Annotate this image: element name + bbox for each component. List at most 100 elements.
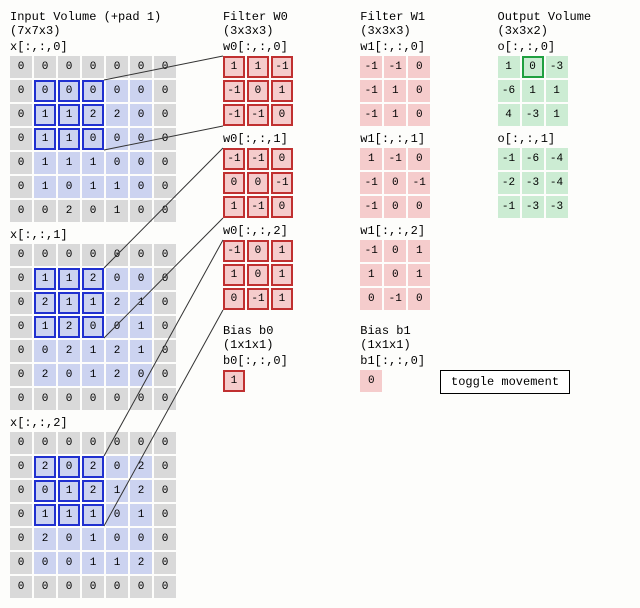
grid-cell: 0	[247, 264, 269, 286]
input-cell: 2	[82, 104, 104, 126]
input-cell: 1	[58, 480, 80, 502]
input-cell: 2	[34, 528, 56, 550]
grid-cell: 1	[360, 264, 382, 286]
grid-cell: 1	[271, 240, 293, 262]
input-cell: 0	[10, 56, 32, 78]
input-cell: 0	[10, 456, 32, 478]
input-cell: 0	[58, 576, 80, 598]
input-cell: 0	[10, 80, 32, 102]
label-x0: x[:,:,0]	[10, 40, 193, 54]
input-cell: 0	[106, 128, 128, 150]
grid-cell: 1	[223, 56, 245, 78]
input-cell: 0	[154, 56, 176, 78]
input-cell: 2	[106, 104, 128, 126]
input-cell: 0	[82, 432, 104, 454]
input-cell: 2	[58, 200, 80, 222]
filter-grid-w12: -1011010-10	[360, 240, 467, 310]
input-cell: 1	[106, 200, 128, 222]
input-cell: 0	[58, 432, 80, 454]
input-cell: 0	[58, 552, 80, 574]
label-w11: w1[:,:,1]	[360, 132, 467, 146]
input-cell: 0	[34, 244, 56, 266]
label-b00: b0[:,:,0]	[223, 354, 330, 368]
input-cell: 0	[130, 176, 152, 198]
input-cell: 0	[106, 316, 128, 338]
input-cell: 0	[82, 316, 104, 338]
grid-cell: -1	[271, 172, 293, 194]
input-cell: 0	[106, 504, 128, 526]
grid-cell: 0	[360, 370, 382, 392]
input-cell: 1	[58, 504, 80, 526]
input-cell: 0	[154, 480, 176, 502]
grid-cell: 1	[408, 240, 430, 262]
grid-cell: 1	[247, 56, 269, 78]
input-cell: 0	[154, 576, 176, 598]
input-cell: 0	[154, 292, 176, 314]
grid-cell: 0	[360, 288, 382, 310]
label-w02: w0[:,:,2]	[223, 224, 330, 238]
input-cell: 0	[82, 56, 104, 78]
input-cell: 0	[106, 268, 128, 290]
input-cell: 0	[58, 528, 80, 550]
input-cell: 0	[82, 80, 104, 102]
grid-cell: -1	[360, 104, 382, 126]
input-cell: 0	[106, 244, 128, 266]
label-x2: x[:,:,2]	[10, 416, 193, 430]
grid-cell: 0	[384, 240, 406, 262]
grid-cell: 1	[223, 370, 245, 392]
grid-cell: -1	[247, 288, 269, 310]
grid-cell: -1	[223, 104, 245, 126]
input-cell: 0	[154, 176, 176, 198]
input-cell: 0	[154, 456, 176, 478]
input-cell: 0	[130, 200, 152, 222]
input-cell: 2	[58, 340, 80, 362]
input-cell: 0	[130, 80, 152, 102]
output-cell: -3	[522, 104, 544, 126]
label-w01: w0[:,:,1]	[223, 132, 330, 146]
label-x1: x[:,:,1]	[10, 228, 193, 242]
input-cell: 0	[154, 528, 176, 550]
input-cell: 2	[58, 316, 80, 338]
input-cell: 0	[106, 152, 128, 174]
input-cell: 0	[10, 528, 32, 550]
input-cell: 0	[58, 364, 80, 386]
input-cell: 2	[82, 456, 104, 478]
grid-cell: -2	[498, 172, 520, 194]
grid-cell: -1	[360, 172, 382, 194]
input-cell: 0	[82, 128, 104, 150]
input-cell: 0	[154, 200, 176, 222]
input-cell: 0	[130, 244, 152, 266]
input-grid-x0: 0000000000000001122000110000011100001011…	[10, 56, 193, 222]
input-cell: 1	[130, 504, 152, 526]
input-cell: 0	[154, 104, 176, 126]
input-cell: 0	[10, 104, 32, 126]
output-cell: -3	[546, 56, 568, 78]
input-cell: 0	[154, 340, 176, 362]
grid-cell: -1	[247, 104, 269, 126]
input-cell: 2	[130, 456, 152, 478]
grid-cell: 0	[384, 172, 406, 194]
grid-cell: -1	[360, 240, 382, 262]
input-cell: 0	[10, 244, 32, 266]
input-cell: 0	[154, 504, 176, 526]
input-cell: 0	[10, 268, 32, 290]
grid-cell: -1	[360, 56, 382, 78]
b0-title: Bias b0 (1x1x1)	[223, 324, 330, 352]
input-cell: 0	[130, 128, 152, 150]
output-cell: 1	[498, 56, 520, 78]
w0-title: Filter W0 (3x3x3)	[223, 10, 330, 38]
grid-cell: 1	[408, 264, 430, 286]
input-cell: 1	[130, 316, 152, 338]
filter-w1-column: Filter W1 (3x3x3) w1[:,:,0] -1-10-110-11…	[360, 10, 467, 392]
input-title: Input Volume (+pad 1) (7x7x3)	[10, 10, 193, 38]
input-cell: 0	[106, 576, 128, 598]
toggle-movement-button[interactable]: toggle movement	[440, 370, 570, 394]
input-cell: 1	[82, 552, 104, 574]
output-grid-o0: 10-3-6114-31	[498, 56, 631, 126]
input-cell: 1	[34, 504, 56, 526]
output-cell: 4	[498, 104, 520, 126]
grid-cell: 1	[384, 80, 406, 102]
grid-cell: 0	[247, 172, 269, 194]
grid-cell: 1	[360, 148, 382, 170]
input-cell: 1	[82, 528, 104, 550]
